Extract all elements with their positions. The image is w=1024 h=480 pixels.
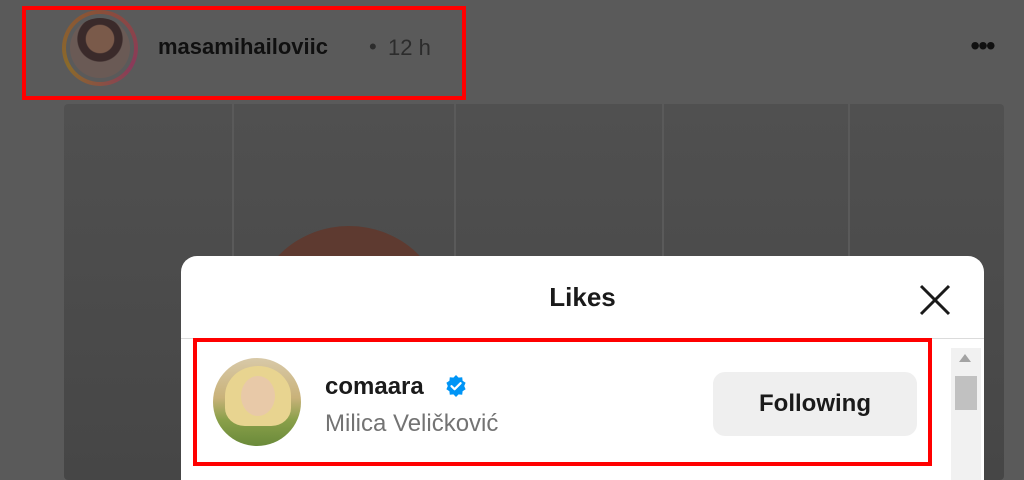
scrollbar[interactable] — [951, 348, 981, 480]
highlight-box-row — [193, 338, 932, 466]
more-options-icon[interactable]: ••• — [958, 28, 1006, 64]
close-icon[interactable] — [915, 280, 955, 320]
scroll-up-arrow-icon[interactable] — [959, 354, 971, 362]
modal-title: Likes — [549, 282, 616, 312]
scroll-thumb[interactable] — [955, 376, 977, 410]
highlight-box-header — [22, 6, 466, 100]
